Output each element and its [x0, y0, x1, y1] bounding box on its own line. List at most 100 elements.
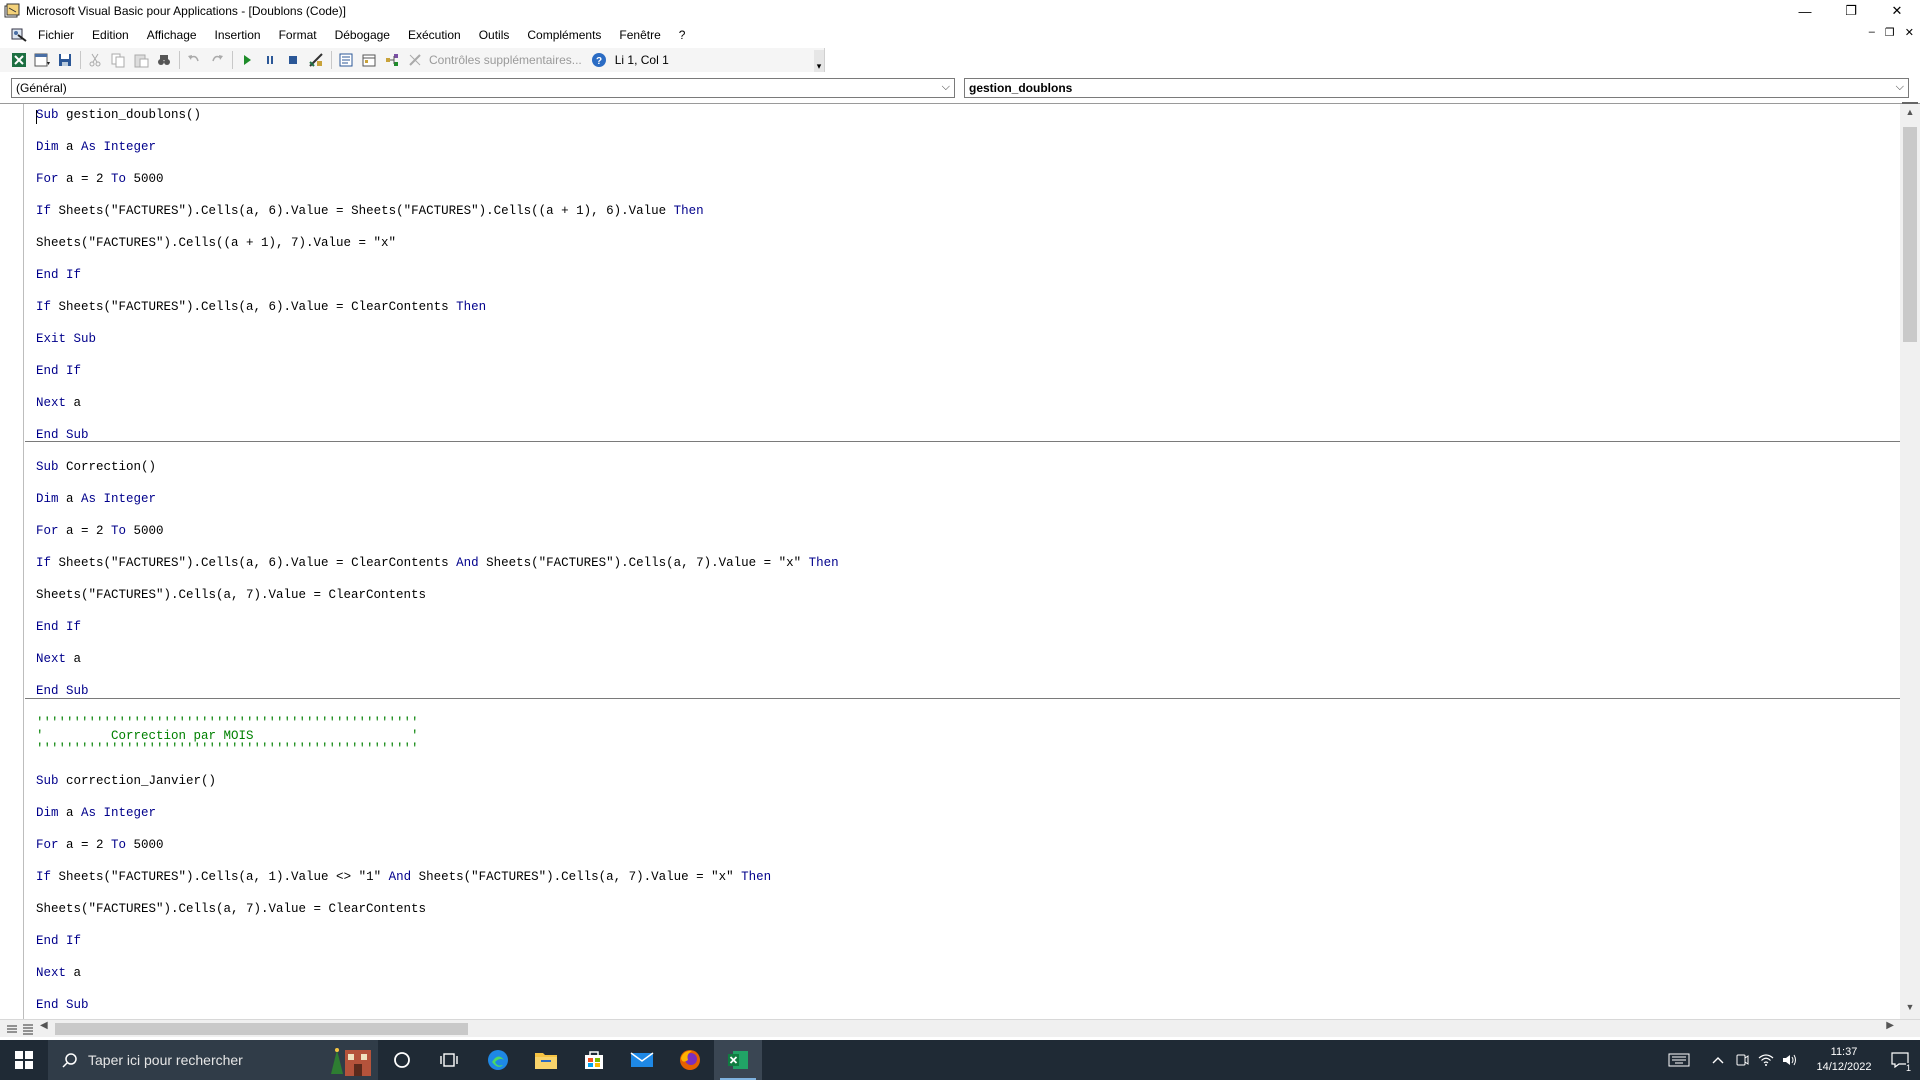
menu-outils[interactable]: Outils	[478, 27, 511, 43]
mail-icon[interactable]	[618, 1040, 666, 1080]
code-line[interactable]: Sheets("FACTURES").Cells((a + 1), 7).Val…	[36, 235, 396, 251]
scroll-right-icon[interactable]: ▶	[1886, 1020, 1894, 1031]
code-line[interactable]: For a = 2 To 5000	[36, 523, 164, 539]
code-line[interactable]: Sub gestion_doublons()	[36, 107, 201, 123]
code-line[interactable]: End If	[36, 619, 81, 635]
excel-taskbar-icon[interactable]	[714, 1040, 762, 1080]
meet-now-icon[interactable]	[1730, 1040, 1754, 1080]
insert-module-icon[interactable]	[31, 49, 53, 71]
menu-edition[interactable]: Edition	[91, 27, 130, 43]
code-line[interactable]: If Sheets("FACTURES").Cells(a, 6).Value …	[36, 555, 839, 571]
microsoft-store-icon[interactable]	[570, 1040, 618, 1080]
code-line[interactable]: Next a	[36, 965, 81, 981]
redo-icon[interactable]	[206, 49, 228, 71]
firefox-icon[interactable]	[666, 1040, 714, 1080]
horizontal-scrollbar[interactable]: ◀ ▶	[0, 1019, 1920, 1037]
copy-icon[interactable]	[107, 49, 129, 71]
code-line[interactable]: Sub correction_Janvier()	[36, 773, 216, 789]
code-line[interactable]: If Sheets("FACTURES").Cells(a, 6).Value …	[36, 203, 704, 219]
clock-time: 11:37	[1830, 1046, 1858, 1058]
menu-fenetre[interactable]: Fenêtre	[618, 27, 661, 43]
code-line[interactable]: If Sheets("FACTURES").Cells(a, 1).Value …	[36, 869, 771, 885]
code-line[interactable]: End If	[36, 933, 81, 949]
code-line[interactable]: Next a	[36, 395, 81, 411]
toolbar-overflow-button[interactable]: ▾	[814, 50, 824, 72]
code-line[interactable]: ''''''''''''''''''''''''''''''''''''''''…	[36, 741, 419, 757]
scroll-down-icon[interactable]: ▼	[1900, 1002, 1920, 1018]
code-line[interactable]: End Sub	[36, 683, 89, 699]
code-line[interactable]: Sheets("FACTURES").Cells(a, 7).Value = C…	[36, 901, 426, 917]
menu-help[interactable]: ?	[678, 27, 687, 43]
volume-icon[interactable]	[1778, 1040, 1802, 1080]
horizontal-scroll-thumb[interactable]	[55, 1023, 468, 1035]
scroll-up-icon[interactable]: ▲	[1900, 107, 1920, 123]
code-line[interactable]: End Sub	[36, 997, 89, 1013]
code-editor[interactable]: Sub gestion_doublons() Dim a As Integer Fo…	[25, 104, 1900, 1021]
split-bar[interactable]	[1902, 102, 1918, 104]
find-icon[interactable]	[153, 49, 175, 71]
taskbar-search-box[interactable]: Taper ici pour rechercher	[48, 1040, 378, 1080]
excel-view-icon[interactable]	[8, 49, 30, 71]
reset-icon[interactable]	[282, 49, 304, 71]
restore-button[interactable]: ❐	[1828, 0, 1874, 22]
taskbar-clock[interactable]: 11:37 14/12/2022	[1808, 1045, 1880, 1075]
scroll-left-icon[interactable]: ◀	[40, 1020, 48, 1031]
code-line[interactable]: Sheets("FACTURES").Cells(a, 7).Value = C…	[36, 587, 426, 603]
break-icon[interactable]	[259, 49, 281, 71]
undo-icon[interactable]	[183, 49, 205, 71]
notification-center-icon[interactable]: 1	[1880, 1040, 1920, 1080]
vertical-scrollbar[interactable]: ▲ ▼	[1900, 102, 1920, 1021]
keyboard-layout-icon[interactable]	[1662, 1040, 1696, 1080]
object-selector[interactable]: (Général) ⌵	[11, 78, 955, 98]
help-icon[interactable]: ?	[588, 49, 610, 71]
cortana-icon[interactable]	[378, 1040, 426, 1080]
edge-browser-icon[interactable]	[474, 1040, 522, 1080]
windows-start-icon[interactable]	[0, 1040, 48, 1080]
code-line[interactable]: Sub Correction()	[36, 459, 156, 475]
menu-affichage[interactable]: Affichage	[146, 27, 198, 43]
code-line[interactable]: End Sub	[36, 427, 89, 443]
object-browser-icon[interactable]	[381, 49, 403, 71]
save-icon[interactable]	[54, 49, 76, 71]
file-explorer-icon[interactable]	[522, 1040, 570, 1080]
properties-icon[interactable]	[358, 49, 380, 71]
task-view-icon[interactable]	[426, 1040, 474, 1080]
close-button[interactable]: ✕	[1874, 0, 1920, 22]
code-line[interactable]: For a = 2 To 5000	[36, 171, 164, 187]
chevron-up-icon[interactable]	[1706, 1040, 1730, 1080]
code-line[interactable]: Dim a As Integer	[36, 139, 156, 155]
code-line[interactable]: Next a	[36, 651, 81, 667]
code-keyword: End Sub	[36, 998, 89, 1012]
design-mode-icon[interactable]	[305, 49, 327, 71]
vba-menu-icon[interactable]	[9, 26, 29, 44]
paste-icon[interactable]	[130, 49, 152, 71]
mdi-close-button[interactable]: ✕	[1905, 26, 1914, 39]
code-line[interactable]: End If	[36, 363, 81, 379]
minimize-button[interactable]: —	[1782, 0, 1828, 22]
code-line[interactable]: Dim a As Integer	[36, 491, 156, 507]
menu-fichier[interactable]: Fichier	[37, 27, 75, 43]
menu-insertion[interactable]: Insertion	[214, 27, 262, 43]
project-explorer-icon[interactable]	[335, 49, 357, 71]
chevron-down-icon[interactable]: ⌵	[942, 81, 950, 94]
vertical-scroll-thumb[interactable]	[1903, 127, 1917, 342]
menu-execution[interactable]: Exécution	[407, 27, 462, 43]
menu-debogage[interactable]: Débogage	[334, 27, 391, 43]
code-line[interactable]: Exit Sub	[36, 331, 96, 347]
code-line[interactable]: End If	[36, 267, 81, 283]
margin-indicator-bar[interactable]	[0, 104, 24, 1021]
menu-complements[interactable]: Compléments	[526, 27, 602, 43]
mdi-minimize-button[interactable]: ‒	[1869, 26, 1875, 39]
wifi-icon[interactable]	[1754, 1040, 1778, 1080]
full-module-view-icon[interactable]	[21, 1022, 35, 1036]
menu-format[interactable]: Format	[278, 27, 318, 43]
code-line[interactable]: If Sheets("FACTURES").Cells(a, 6).Value …	[36, 299, 486, 315]
mdi-restore-button[interactable]: ❐	[1885, 26, 1895, 39]
code-line[interactable]: For a = 2 To 5000	[36, 837, 164, 853]
code-line[interactable]: Dim a As Integer	[36, 805, 156, 821]
procedure-view-icon[interactable]	[5, 1022, 19, 1036]
cut-icon[interactable]	[84, 49, 106, 71]
procedure-selector[interactable]: gestion_doublons ⌵	[964, 78, 1909, 98]
chevron-down-icon[interactable]: ⌵	[1896, 81, 1904, 94]
run-icon[interactable]	[236, 49, 258, 71]
